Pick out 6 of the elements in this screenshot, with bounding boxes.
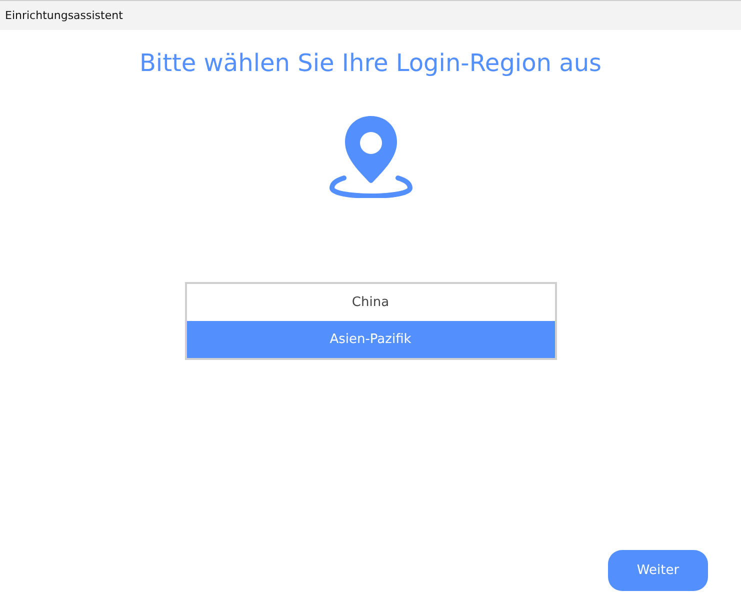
- page-heading: Bitte wählen Sie Ihre Login-Region aus: [138, 49, 603, 77]
- region-option[interactable]: Asien-Pazifik: [186, 321, 554, 358]
- location-pin-icon: [328, 114, 412, 198]
- next-button[interactable]: Weiter: [608, 550, 708, 591]
- window-title: Einrichtungsassistent: [5, 9, 123, 22]
- region-option[interactable]: China: [186, 284, 554, 321]
